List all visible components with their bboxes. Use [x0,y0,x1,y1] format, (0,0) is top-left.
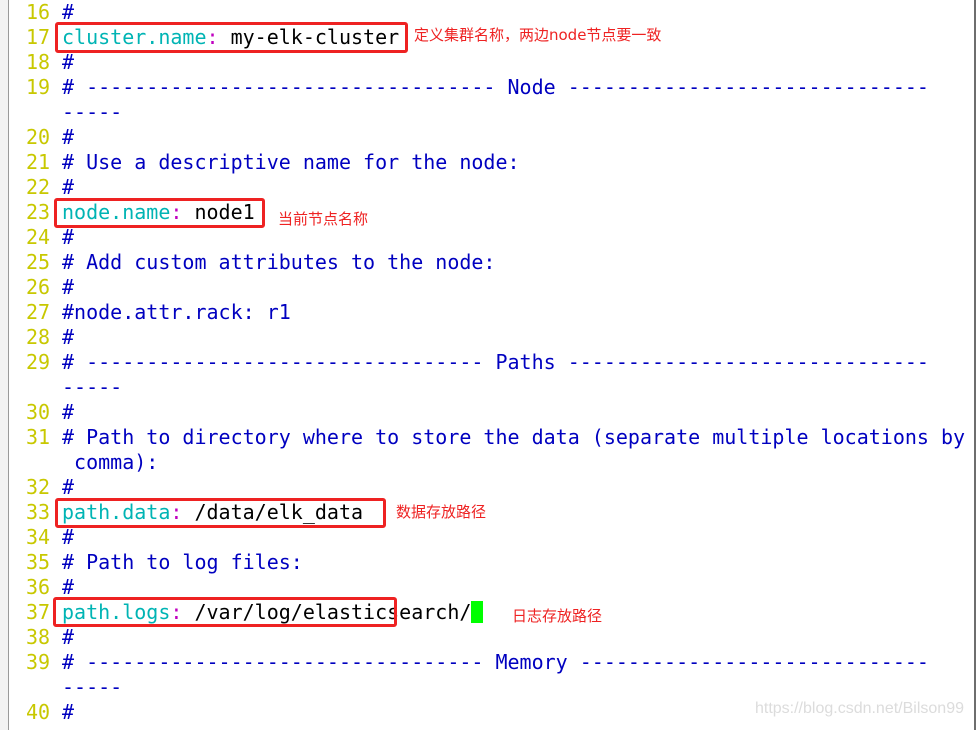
editor-line-wrap: ----- [26,375,122,400]
editor-line: 18 # [26,50,74,75]
comment-text: # Use a descriptive name for the node: [62,150,520,174]
line-number: 25 [26,250,51,274]
wrapped-text: comma): [62,450,159,474]
editor-line: 34 # [26,525,74,550]
annotation-path-data: 数据存放路径 [396,503,487,521]
line-number: 22 [26,175,51,199]
line-number: 39 [26,650,51,674]
comment-text: # [62,175,75,199]
comment-text: # [62,50,75,74]
line-number: 20 [26,125,51,149]
line-number: 34 [26,525,51,549]
comment-text: # [62,225,75,249]
highlight-box-node-name [54,198,265,228]
editor-line: 30 # [26,400,74,425]
editor-line-wrap: ----- [26,100,122,125]
editor-line: 38 # [26,625,74,650]
wrapped-text: ----- [62,375,123,399]
comment-text: # [62,525,75,549]
annotation-path-logs: 日志存放路径 [512,607,603,625]
comment-text: # [62,0,75,24]
section-header: # --------------------------------- Path… [62,350,929,374]
comment-text: # [62,475,75,499]
highlight-box-path-data [55,498,386,528]
editor-line: 32 # [26,475,74,500]
editor-line: 21 # Use a descriptive name for the node: [26,150,520,175]
comment-text: # [62,700,75,724]
line-number: 35 [26,550,51,574]
line-number: 32 [26,475,51,499]
editor-line-wrap: comma): [26,450,158,475]
comment-text: # [62,625,75,649]
watermark: https://blog.csdn.net/Bilson99 [754,700,964,717]
editor-line: 20 # [26,125,74,150]
wrapped-text: ----- [62,675,123,699]
editor-line: 22 # [26,175,74,200]
editor-line-node-section: 19 # ---------------------------------- N… [26,75,929,100]
line-number: 18 [26,50,51,74]
comment-text: # Path to directory where to store the d… [62,425,966,449]
annotation-node-name: 当前节点名称 [278,210,369,228]
comment-text: # [62,575,75,599]
line-number: 26 [26,275,51,299]
line-number: 24 [26,225,51,249]
comment-text: #node.attr.rack: r1 [62,300,291,324]
line-number: 21 [26,150,51,174]
line-number: 28 [26,325,51,349]
wrapped-text: ----- [62,100,123,124]
line-number: 40 [26,700,51,724]
editor-line: 40 # [26,700,74,725]
line-number: 29 [26,350,51,374]
editor-line: 35 # Path to log files: [26,550,303,575]
editor-line: 26 # [26,275,74,300]
editor-line: 25 # Add custom attributes to the node: [26,250,495,275]
editor-line-memory-section: 39 # --------------------------------- Me… [26,650,929,675]
section-header: # ---------------------------------- Nod… [62,75,929,99]
window-left-border [0,0,9,730]
comment-text: # [62,325,75,349]
line-number: 30 [26,400,51,424]
editor-line: 24 # [26,225,74,250]
editor-line: 31 # Path to directory where to store the… [26,425,965,450]
text-cursor [471,601,484,623]
comment-text: # [62,125,75,149]
editor-line-paths-section: 29 # --------------------------------- Pa… [26,350,929,375]
line-number: 27 [26,300,51,324]
annotation-cluster-name: 定义集群名称，两边node节点要一致 [414,26,662,44]
comment-text: # [62,275,75,299]
editor-line: 27 #node.attr.rack: r1 [26,300,291,325]
editor-line-wrap: ----- [26,675,122,700]
highlight-box-path-logs [53,597,397,627]
comment-text: # Path to log files: [62,550,303,574]
highlight-box-cluster-name [55,22,408,53]
comment-text: # Add custom attributes to the node: [62,250,496,274]
comment-text: # [62,400,75,424]
section-header: # --------------------------------- Memo… [62,650,929,674]
editor-line: 28 # [26,325,74,350]
line-number: 19 [26,75,51,99]
line-number: 31 [26,425,51,449]
line-number: 38 [26,625,51,649]
